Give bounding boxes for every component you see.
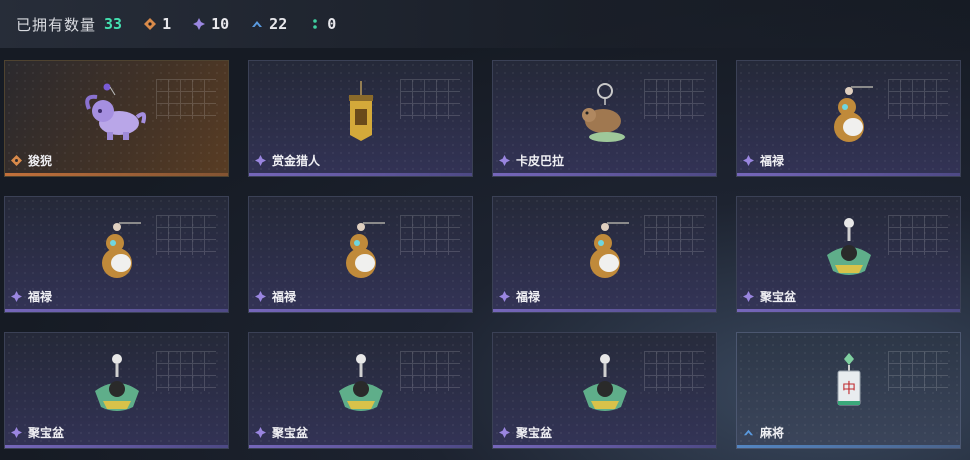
treasure-bowl-charm-icon — [582, 354, 627, 411]
stat-purple: 10 — [193, 15, 229, 33]
card-grid-decoration — [644, 351, 704, 391]
card-grid-decoration — [400, 215, 460, 255]
stat-orange: 1 — [144, 15, 171, 33]
blue-chevron-icon — [252, 21, 263, 27]
item-name-text: 聚宝盆 — [516, 426, 553, 440]
card-grid-decoration — [644, 79, 704, 119]
treasure-bowl-charm-icon — [94, 354, 139, 411]
card-grid-decoration — [156, 215, 216, 255]
gourd-charm-icon — [101, 222, 141, 278]
item-card[interactable]: 赏金猎人 — [248, 60, 473, 177]
purple-diamond-icon — [11, 291, 22, 302]
item-name: 福禄 — [11, 288, 52, 305]
card-grid-decoration — [888, 79, 948, 119]
item-name-text: 赏金猎人 — [272, 154, 321, 168]
purple-diamond-icon — [743, 155, 754, 166]
stat-green-value: 0 — [327, 15, 337, 33]
item-card[interactable]: 福禄 — [492, 196, 717, 313]
purple-diamond-icon — [499, 427, 510, 438]
purple-diamond-icon — [499, 291, 510, 302]
purple-diamond-icon — [743, 291, 754, 302]
item-name-text: 聚宝盆 — [760, 290, 797, 304]
stat-purple-value: 10 — [211, 15, 230, 33]
owned-count-value: 33 — [104, 15, 123, 33]
item-card[interactable]: 福禄 — [736, 60, 961, 177]
item-card[interactable]: 狻猊 — [4, 60, 229, 177]
item-name: 聚宝盆 — [11, 424, 64, 441]
item-name: 狻猊 — [11, 152, 52, 169]
item-name-text: 福禄 — [272, 290, 297, 304]
gourd-charm-icon — [833, 86, 873, 142]
item-name-text: 福禄 — [516, 290, 541, 304]
item-grid: 狻猊 赏金猎人 卡皮巴拉 福禄 福禄 福禄 福禄 聚宝盆 聚宝盆 聚宝盆 聚宝盆… — [4, 60, 966, 456]
lion-charm-icon — [84, 83, 146, 140]
item-name-text: 聚宝盆 — [272, 426, 309, 440]
item-name: 福禄 — [255, 288, 296, 305]
item-name: 麻将 — [743, 424, 784, 441]
purple-diamond-icon — [11, 427, 22, 438]
item-name: 赏金猎人 — [255, 152, 320, 169]
treasure-bowl-charm-icon — [338, 354, 383, 411]
item-card[interactable]: 聚宝盆 — [736, 196, 961, 313]
item-name-text: 聚宝盆 — [28, 426, 65, 440]
item-name-text: 卡皮巴拉 — [516, 154, 565, 168]
mahjong-tile-text: 中 — [842, 381, 856, 397]
item-name-text: 狻猊 — [28, 154, 53, 168]
stat-green: 0 — [309, 15, 336, 33]
card-grid-decoration — [156, 79, 216, 119]
treasure-bowl-charm-icon — [826, 218, 871, 275]
purple-diamond-icon — [499, 155, 510, 166]
blue-chevron-icon — [743, 429, 754, 436]
purple-diamond-icon — [255, 427, 266, 438]
item-card[interactable]: 福禄 — [248, 196, 473, 313]
card-grid-decoration — [400, 79, 460, 119]
purple-diamond-icon — [255, 155, 266, 166]
item-card[interactable]: 中 麻将 — [736, 332, 961, 449]
capybara-charm-icon — [581, 83, 625, 142]
orange-diamond-icon — [11, 155, 22, 166]
item-name-text: 福禄 — [28, 290, 53, 304]
scroll-charm-icon — [348, 81, 373, 141]
purple-diamond-icon — [255, 291, 266, 302]
stat-blue: 22 — [251, 15, 287, 33]
item-card[interactable]: 聚宝盆 — [248, 332, 473, 449]
purple-diamond-icon — [193, 18, 206, 30]
item-name-text: 福禄 — [760, 154, 785, 168]
item-name: 福禄 — [743, 152, 784, 169]
stat-blue-value: 22 — [269, 15, 288, 33]
item-card[interactable]: 聚宝盆 — [4, 332, 229, 449]
card-grid-decoration — [888, 215, 948, 255]
card-grid-decoration — [156, 351, 216, 391]
item-name: 聚宝盆 — [499, 424, 552, 441]
item-card[interactable]: 福禄 — [4, 196, 229, 313]
item-name: 聚宝盆 — [255, 424, 308, 441]
item-name: 福禄 — [499, 288, 540, 305]
item-name-text: 麻将 — [760, 426, 785, 440]
item-name: 聚宝盆 — [743, 288, 796, 305]
owned-count-label: 已拥有数量 — [16, 15, 97, 34]
card-grid-decoration — [888, 351, 948, 391]
card-grid-decoration — [644, 215, 704, 255]
green-dots-icon — [313, 19, 318, 29]
item-card[interactable]: 卡皮巴拉 — [492, 60, 717, 177]
gourd-charm-icon — [589, 222, 629, 278]
stat-orange-value: 1 — [162, 15, 172, 33]
item-name: 卡皮巴拉 — [499, 152, 564, 169]
card-grid-decoration — [400, 351, 460, 391]
item-card[interactable]: 聚宝盆 — [492, 332, 717, 449]
orange-diamond-icon — [144, 18, 157, 30]
header-bar: 已拥有数量 33 1 10 22 0 — [0, 0, 970, 48]
gourd-charm-icon — [345, 222, 385, 278]
mahjong-tile-charm-icon: 中 — [837, 353, 860, 406]
